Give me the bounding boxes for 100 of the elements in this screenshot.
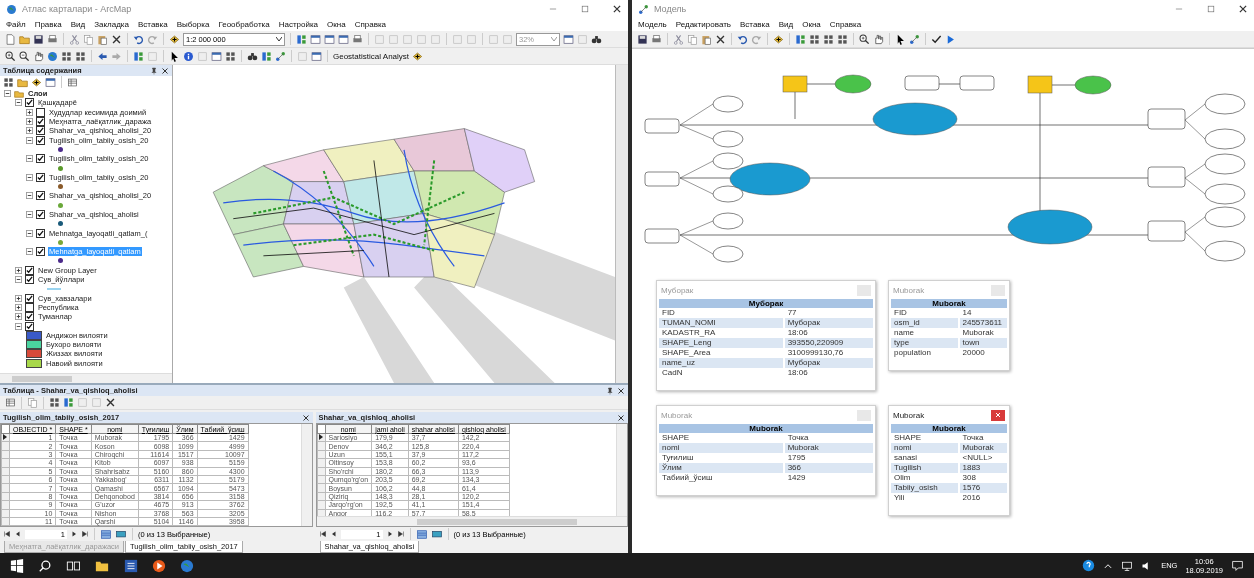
document-icon[interactable] xyxy=(124,558,138,573)
next-record-icon[interactable] xyxy=(70,530,78,538)
menu-item[interactable]: Окна xyxy=(327,20,346,29)
menu-item[interactable]: Справка xyxy=(354,20,387,29)
layout-icon[interactable] xyxy=(261,50,272,62)
close-icon[interactable] xyxy=(301,413,310,422)
layout-icon[interactable] xyxy=(296,33,307,45)
next-record-icon[interactable] xyxy=(385,530,394,538)
expand-toggle[interactable] xyxy=(15,266,22,274)
grid-icon[interactable] xyxy=(3,76,14,88)
row-selector[interactable] xyxy=(1,433,10,442)
last-record-icon[interactable] xyxy=(396,530,405,538)
add-data-icon[interactable] xyxy=(773,33,784,45)
expand-toggle[interactable] xyxy=(26,192,33,200)
row-selector[interactable] xyxy=(317,433,325,442)
previous-record-icon[interactable] xyxy=(14,530,22,538)
expand-toggle[interactable] xyxy=(15,322,22,330)
window-icon[interactable] xyxy=(338,33,349,45)
save-icon[interactable] xyxy=(637,33,648,45)
menu-item[interactable]: Закладка xyxy=(94,20,129,29)
layout-icon[interactable] xyxy=(795,33,806,45)
task-view-icon[interactable] xyxy=(66,558,80,573)
last-record-icon[interactable] xyxy=(81,530,89,538)
expand-toggle[interactable] xyxy=(26,136,33,144)
search-icon[interactable] xyxy=(38,558,52,573)
layer-checkbox[interactable] xyxy=(36,228,45,238)
window-icon[interactable] xyxy=(45,76,56,88)
expand-toggle[interactable] xyxy=(26,127,33,135)
delete-icon[interactable] xyxy=(111,33,122,45)
start-icon[interactable] xyxy=(10,558,24,573)
menu-item[interactable]: Редактировать xyxy=(675,20,731,29)
vertical-scrollbar[interactable] xyxy=(616,424,627,516)
grid-icon[interactable] xyxy=(61,50,72,62)
layout-icon[interactable] xyxy=(63,397,74,408)
new-file-icon[interactable] xyxy=(5,33,16,45)
delete-icon[interactable] xyxy=(715,33,726,45)
save-icon[interactable] xyxy=(33,33,44,45)
menu-item[interactable]: Вид xyxy=(70,20,86,29)
table-options-icon[interactable] xyxy=(67,76,78,88)
help-icon[interactable] xyxy=(1082,559,1096,572)
zoom-out-icon[interactable] xyxy=(19,50,30,62)
close-icon[interactable] xyxy=(612,4,622,14)
menu-item[interactable]: Файл xyxy=(6,20,26,29)
layer-checkbox[interactable] xyxy=(36,117,45,127)
pin-icon[interactable] xyxy=(606,386,614,395)
print-icon[interactable] xyxy=(47,33,58,45)
menu-item[interactable]: Справка xyxy=(829,20,862,29)
menu-item[interactable]: Правка xyxy=(34,20,62,29)
expand-toggle[interactable] xyxy=(15,313,22,321)
layer-checkbox[interactable] xyxy=(36,247,45,257)
expand-toggle[interactable] xyxy=(26,108,33,116)
print-icon[interactable] xyxy=(651,33,662,45)
checkmark-icon[interactable] xyxy=(931,33,942,45)
dropdown-caret-icon[interactable] xyxy=(276,37,282,41)
vertical-scrollbar[interactable] xyxy=(300,424,312,526)
media-icon[interactable] xyxy=(152,558,166,573)
connector-tool-icon[interactable] xyxy=(275,50,286,62)
zoom-in-icon[interactable] xyxy=(5,50,16,62)
globe-icon[interactable] xyxy=(47,50,58,62)
binoculars-icon[interactable] xyxy=(247,50,258,62)
first-record-icon[interactable] xyxy=(3,530,11,538)
window-icon[interactable] xyxy=(324,33,335,45)
add-data-icon[interactable] xyxy=(31,76,42,88)
binoculars-icon[interactable] xyxy=(591,33,602,45)
print-icon[interactable] xyxy=(352,33,363,45)
maximize-icon[interactable] xyxy=(1206,4,1216,14)
undo-icon[interactable] xyxy=(737,33,748,45)
delete-icon[interactable] xyxy=(105,397,116,408)
close-icon[interactable] xyxy=(1238,4,1248,14)
layer-checkbox[interactable] xyxy=(25,275,34,285)
selected-records-icon[interactable] xyxy=(115,528,127,540)
close-icon[interactable] xyxy=(161,66,169,75)
layer-checkbox[interactable] xyxy=(25,312,34,322)
layer-checkbox[interactable] xyxy=(36,154,45,164)
expand-toggle[interactable] xyxy=(15,294,22,302)
expand-toggle[interactable] xyxy=(26,155,33,163)
pan-hand-icon[interactable] xyxy=(33,50,44,62)
expand-toggle[interactable] xyxy=(26,173,33,181)
grid-icon[interactable] xyxy=(809,33,820,45)
model-diagram-drawing[interactable] xyxy=(644,74,1246,263)
window-icon[interactable] xyxy=(311,50,322,62)
expand-toggle[interactable] xyxy=(4,90,11,98)
window-icon[interactable] xyxy=(211,50,222,62)
layer-checkbox[interactable] xyxy=(36,172,45,182)
pin-icon[interactable] xyxy=(150,66,158,75)
all-records-icon[interactable] xyxy=(415,528,428,540)
layer-checkbox[interactable] xyxy=(25,98,34,108)
back-arrow-icon[interactable] xyxy=(97,50,108,62)
layer-checkbox[interactable] xyxy=(25,302,34,312)
window-icon[interactable] xyxy=(310,33,321,45)
first-record-icon[interactable] xyxy=(318,530,327,538)
run-triangle-icon[interactable] xyxy=(945,33,956,45)
layer-checkbox[interactable] xyxy=(36,135,45,145)
expand-toggle[interactable] xyxy=(26,229,33,237)
grid-icon[interactable] xyxy=(75,50,86,62)
pointer-arrow-icon[interactable] xyxy=(169,50,180,62)
pointer-arrow-icon[interactable] xyxy=(895,33,906,45)
layer-checkbox[interactable] xyxy=(36,126,45,136)
expand-toggle[interactable] xyxy=(15,276,22,284)
layer-checkbox[interactable] xyxy=(36,107,45,117)
